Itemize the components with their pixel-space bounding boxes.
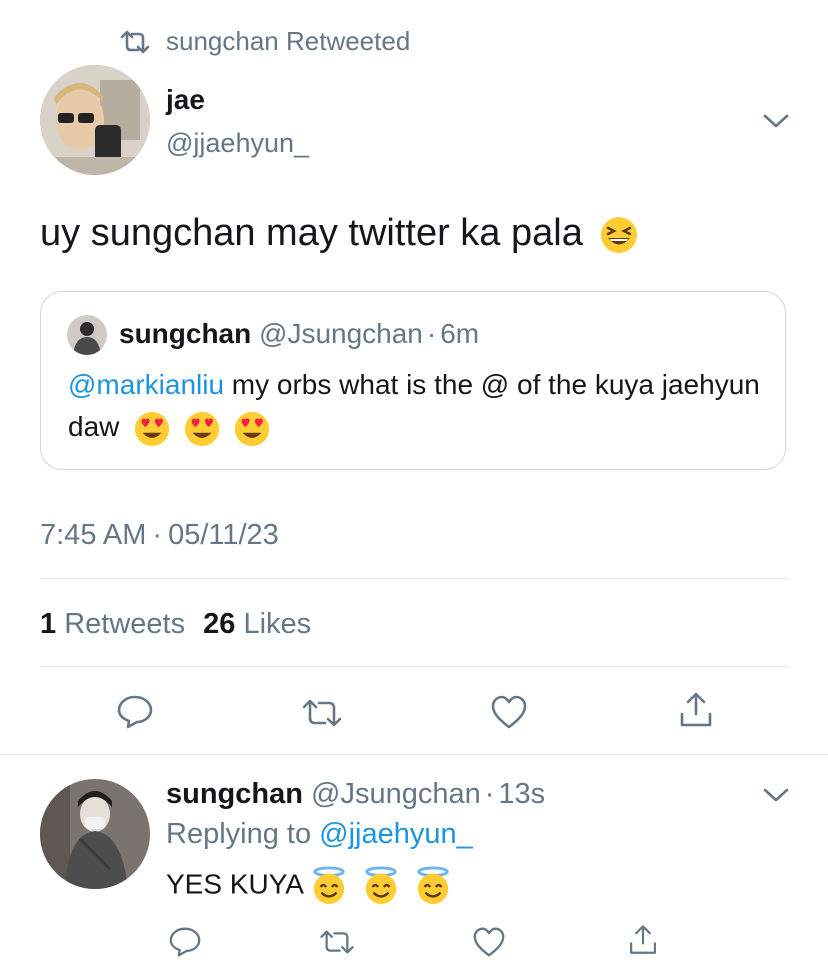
- quote-author-name: sungchan: [119, 318, 252, 349]
- divider: [40, 578, 788, 579]
- divider: [40, 666, 788, 667]
- reply-time: 13s: [498, 778, 546, 810]
- retweets-stat[interactable]: 1 Retweets: [40, 608, 185, 640]
- likes-stat[interactable]: 26 Likes: [203, 608, 311, 640]
- tweet-timestamp: 7:45 AM · 05/11/23: [40, 519, 279, 552]
- quote-emojis: [133, 411, 271, 446]
- reply-icon[interactable]: [116, 694, 154, 730]
- replying-to-label: Replying to: [166, 818, 312, 850]
- smiling-face-with-halo-icon: [313, 866, 345, 905]
- retweet-context[interactable]: sungchan Retweeted: [166, 26, 410, 57]
- retweet-icon[interactable]: [300, 698, 344, 728]
- quote-tweet-card[interactable]: sungchan @Jsungchan · 6m @markianliu my or…: [40, 291, 786, 470]
- quote-author-handle: @Jsungchan: [259, 318, 423, 349]
- timestamp-separator: ·: [152, 519, 163, 551]
- chevron-down-icon[interactable]: [762, 112, 790, 130]
- reply-separator: ·: [484, 778, 495, 810]
- quote-header: sungchan @Jsungchan · 6m: [119, 318, 479, 350]
- retweet-icon: [120, 30, 150, 54]
- quote-text: @markianliu my orbs what is the @ of the…: [68, 364, 768, 448]
- quote-avatar: [67, 315, 107, 355]
- heart-eyes-icon: [234, 411, 269, 446]
- reply-author-handle[interactable]: @Jsungchan: [311, 778, 481, 810]
- tweet-text-content: uy sungchan may twitter ka pala: [40, 212, 583, 254]
- replying-to-link[interactable]: @jjaehyun_: [319, 818, 473, 850]
- quote-time: 6m: [440, 318, 480, 349]
- retweet-icon[interactable]: [318, 928, 356, 956]
- reply-avatar[interactable]: [40, 779, 150, 889]
- heart-eyes-icon: [184, 411, 220, 446]
- avatar[interactable]: [40, 65, 150, 175]
- reply-text-content: YES KUYA: [166, 868, 303, 900]
- quote-mention-link[interactable]: @markianliu: [68, 369, 224, 400]
- like-icon[interactable]: [490, 694, 528, 730]
- reply-header: sungchan @Jsungchan · 13s: [166, 778, 545, 811]
- tweet-text: uy sungchan may twitter ka pala: [40, 212, 639, 255]
- likes-label: Likes: [243, 608, 312, 640]
- quote-separator: ·: [426, 318, 437, 349]
- likes-count: 26: [203, 608, 236, 640]
- share-icon[interactable]: [626, 922, 660, 958]
- heart-eyes-icon: [135, 411, 170, 446]
- smiling-face-with-halo-icon: [417, 866, 449, 905]
- tweet-stats: 1 Retweets 26 Likes: [40, 608, 311, 641]
- chevron-down-icon[interactable]: [762, 786, 790, 804]
- tweet-time: 7:45 AM: [40, 519, 147, 551]
- divider: [0, 754, 828, 755]
- reply-author-name[interactable]: sungchan: [166, 778, 303, 810]
- reply-text: YES KUYA: [166, 866, 452, 906]
- author-handle[interactable]: @jjaehyun_: [166, 128, 309, 159]
- reply-icon[interactable]: [168, 926, 202, 958]
- replying-to: Replying to @jjaehyun_: [166, 818, 473, 851]
- author-name[interactable]: jae: [166, 84, 205, 116]
- tweet-date: 05/11/23: [168, 519, 279, 551]
- retweets-count: 1: [40, 608, 57, 640]
- reply-emojis: [302, 866, 451, 905]
- grinning-squinting-face-icon: [601, 216, 638, 253]
- share-icon[interactable]: [676, 690, 716, 730]
- retweets-label: Retweets: [64, 608, 186, 640]
- smiling-face-with-halo-icon: [365, 866, 397, 905]
- like-icon[interactable]: [472, 926, 506, 958]
